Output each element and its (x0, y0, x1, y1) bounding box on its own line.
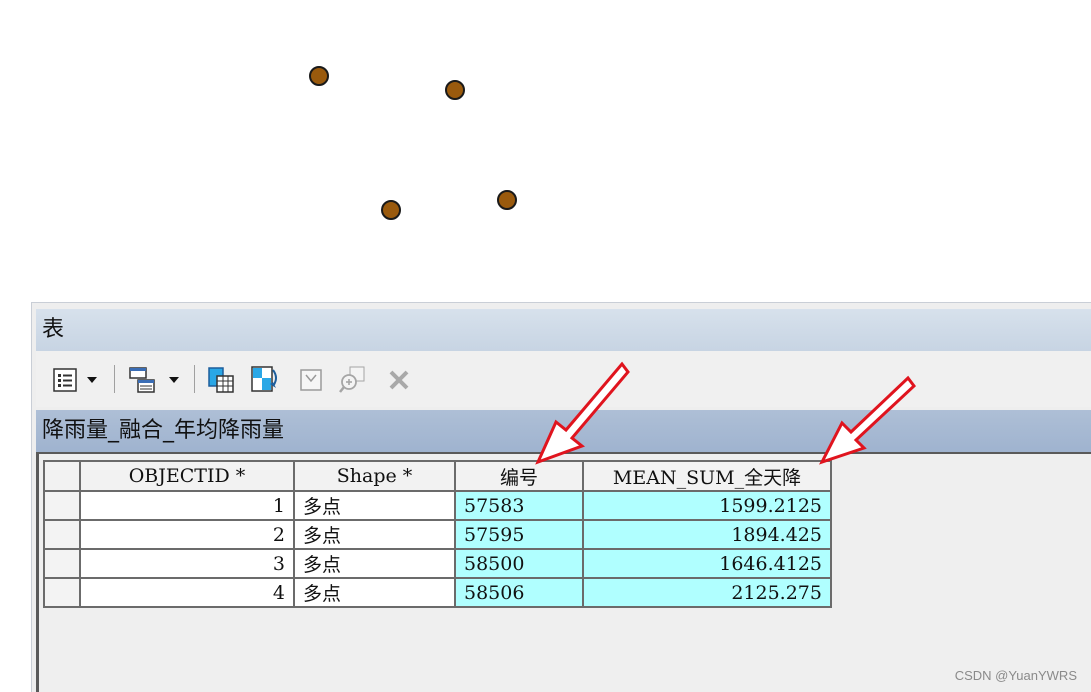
column-header-code[interactable]: 编号 (454, 460, 584, 492)
toolbar-separator (194, 365, 195, 393)
cell-shape[interactable]: 多点 (293, 577, 456, 608)
map-point[interactable] (309, 66, 329, 86)
delete-selected-icon (382, 363, 416, 397)
select-by-attributes-icon[interactable] (204, 363, 238, 397)
clear-selection-icon (294, 363, 328, 397)
cell-mean-sum[interactable]: 1646.4125 (582, 548, 832, 579)
dropdown-arrow-icon[interactable] (82, 363, 102, 397)
cell-objectid[interactable]: 4 (79, 577, 295, 608)
window-title: 表 (36, 309, 1091, 351)
cell-mean-sum[interactable]: 1894.425 (582, 519, 832, 550)
cell-code[interactable]: 58500 (454, 548, 584, 579)
table-header-row: OBJECTID * Shape * 编号 MEAN_SUM_全天降 (43, 460, 832, 492)
map-point[interactable] (381, 200, 401, 220)
table-row[interactable]: 3 多点 58500 1646.4125 (43, 548, 832, 579)
cell-shape[interactable]: 多点 (293, 519, 456, 550)
cell-mean-sum[interactable]: 1599.2125 (582, 490, 832, 521)
table-options-icon[interactable] (48, 363, 82, 397)
column-header-mean-sum[interactable]: MEAN_SUM_全天降 (582, 460, 832, 492)
table-window: 表 降雨量_融合_年均降雨量 OBJECTID * Shape * 编号 MEA… (31, 302, 1091, 692)
switch-selection-icon[interactable] (248, 363, 282, 397)
related-tables-icon[interactable] (126, 363, 160, 397)
map-point[interactable] (445, 80, 465, 100)
map-view[interactable] (0, 0, 1091, 300)
column-header-objectid[interactable]: OBJECTID * (79, 460, 295, 492)
cell-objectid[interactable]: 3 (79, 548, 295, 579)
cell-code[interactable]: 58506 (454, 577, 584, 608)
table-row[interactable]: 2 多点 57595 1894.425 (43, 519, 832, 550)
cell-objectid[interactable]: 2 (79, 519, 295, 550)
row-selector[interactable] (43, 548, 81, 579)
cell-shape[interactable]: 多点 (293, 548, 456, 579)
toolbar-separator (114, 365, 115, 393)
dropdown-arrow-icon[interactable] (164, 363, 184, 397)
table-row[interactable]: 1 多点 57583 1599.2125 (43, 490, 832, 521)
row-selector[interactable] (43, 577, 81, 608)
cell-code[interactable]: 57595 (454, 519, 584, 550)
cell-shape[interactable]: 多点 (293, 490, 456, 521)
cell-objectid[interactable]: 1 (79, 490, 295, 521)
table-toolbar (36, 351, 1091, 407)
row-selector[interactable] (43, 490, 81, 521)
table-row[interactable]: 4 多点 58506 2125.275 (43, 577, 832, 608)
row-selector[interactable] (43, 519, 81, 550)
table-tab[interactable]: 降雨量_融合_年均降雨量 (36, 410, 1091, 452)
cell-mean-sum[interactable]: 2125.275 (582, 577, 832, 608)
column-header-shape[interactable]: Shape * (293, 460, 456, 492)
zoom-to-selected-icon (336, 363, 370, 397)
cell-code[interactable]: 57583 (454, 490, 584, 521)
map-point[interactable] (497, 190, 517, 210)
row-selector-header[interactable] (43, 460, 81, 492)
watermark: CSDN @YuanYWRS (954, 668, 1077, 683)
attribute-table-grid: OBJECTID * Shape * 编号 MEAN_SUM_全天降 1 多点 … (36, 452, 1091, 692)
attribute-table: OBJECTID * Shape * 编号 MEAN_SUM_全天降 1 多点 … (43, 460, 832, 608)
